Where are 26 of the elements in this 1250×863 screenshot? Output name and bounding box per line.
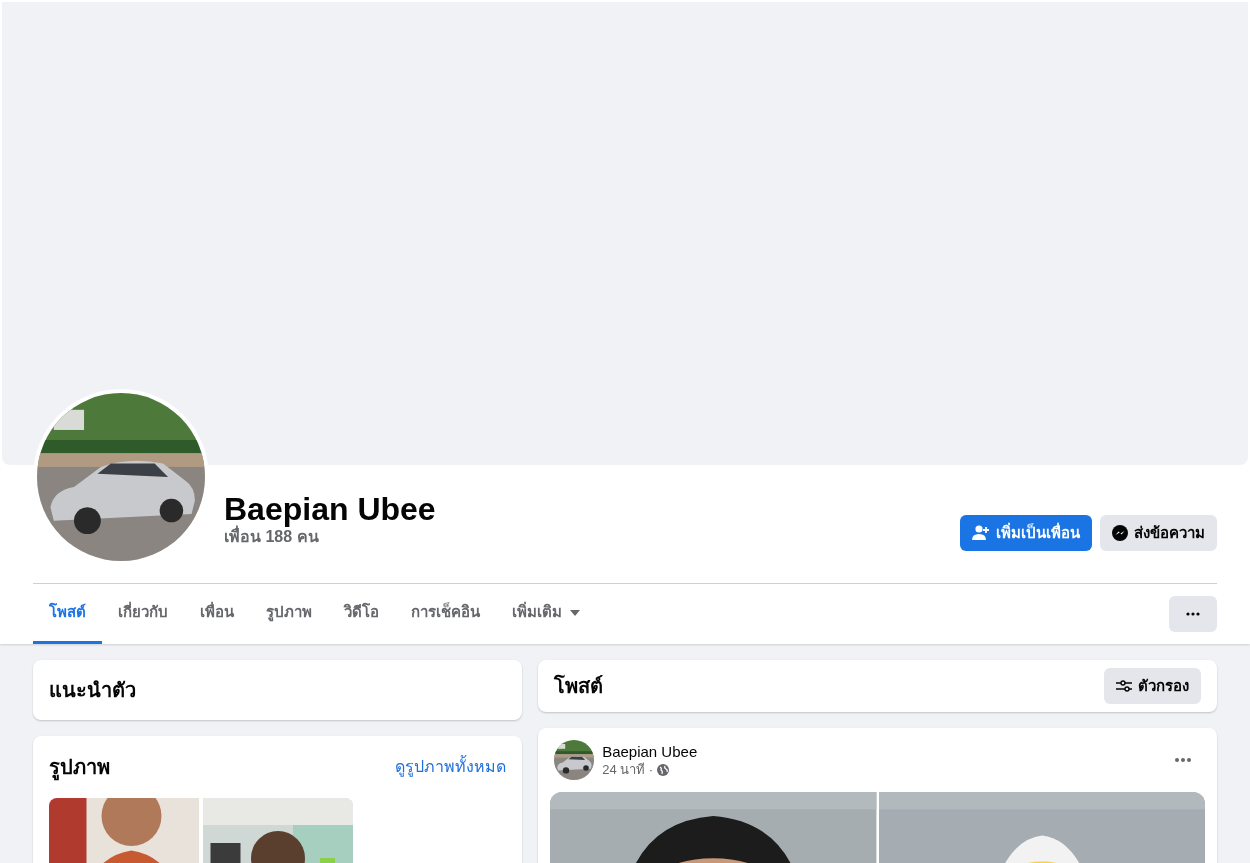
message-button[interactable]: ส่งข้อความ	[1100, 515, 1217, 551]
profile-tab[interactable]: เกี่ยวกับ	[102, 584, 184, 644]
profile-tab[interactable]: เพื่อน	[184, 584, 250, 644]
post-author[interactable]: Baepian Ubee	[602, 742, 698, 762]
sliders-icon	[1116, 679, 1132, 693]
profile-tab[interactable]: วิดีโอ	[328, 584, 395, 644]
card-title: โพสต์	[554, 673, 604, 699]
profile-tab[interactable]: เพิ่มเติม	[496, 584, 596, 644]
profile-name: Baepian Ubee	[224, 490, 436, 527]
card-title: รูปภาพ	[49, 752, 110, 782]
profile-tab[interactable]: การเช็คอิน	[395, 584, 496, 644]
more-button[interactable]	[1169, 596, 1217, 632]
messenger-icon	[1112, 525, 1128, 541]
profile-tab[interactable]: โพสต์	[33, 584, 102, 644]
globe-icon	[657, 764, 670, 776]
post-time[interactable]: 24 นาที ·	[602, 762, 654, 778]
more-icon	[1175, 758, 1191, 762]
profile-tab[interactable]: รูปภาพ	[250, 584, 328, 644]
add-person-icon	[972, 525, 990, 541]
friend-count: เพื่อน 188 คน	[224, 527, 436, 547]
more-icon	[1186, 612, 1200, 616]
caret-icon	[570, 609, 580, 616]
card-title: แนะนำตัว	[49, 678, 136, 703]
add-friend-button[interactable]: เพิ่มเป็นเพื่อน	[960, 515, 1092, 551]
filter-button[interactable]: ตัวกรอง	[1104, 668, 1201, 704]
see-all-photos-link[interactable]: ดูรูปภาพทั้งหมด	[395, 755, 507, 779]
